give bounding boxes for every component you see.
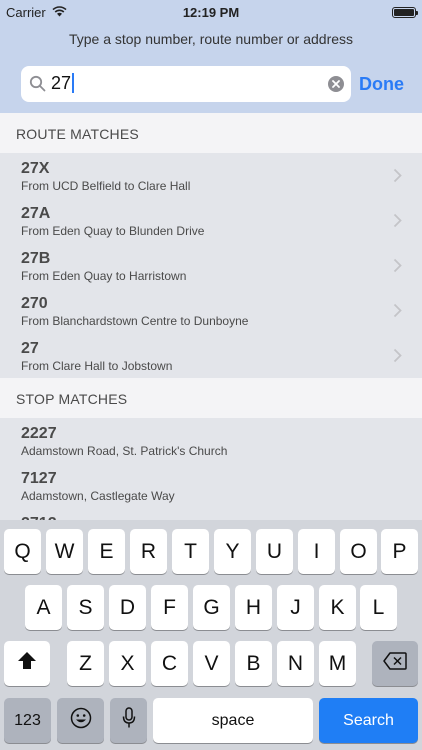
route-row[interactable]: 270 From Blanchardstown Centre to Dunboy… — [0, 288, 422, 333]
key-z[interactable]: Z — [67, 641, 104, 686]
space-key[interactable]: space — [153, 698, 313, 743]
stop-matches-header: STOP MATCHES — [0, 378, 422, 418]
key-o[interactable]: O — [340, 529, 377, 574]
route-description: From Clare Hall to Jobstown — [21, 359, 173, 373]
route-description: From Eden Quay to Blunden Drive — [21, 224, 205, 238]
key-a[interactable]: A — [25, 585, 62, 630]
chevron-right-icon — [393, 303, 402, 323]
delete-icon — [383, 651, 407, 676]
numbers-key[interactable]: 123 — [4, 698, 51, 743]
route-row[interactable]: 27X From UCD Belfield to Clare Hall — [0, 153, 422, 198]
wifi-icon — [52, 5, 67, 20]
key-s[interactable]: S — [67, 585, 104, 630]
carrier-label: Carrier — [6, 4, 46, 20]
route-description: From UCD Belfield to Clare Hall — [21, 179, 191, 193]
results-list[interactable]: ROUTE MATCHES 27X From UCD Belfield to C… — [0, 113, 422, 520]
microphone-icon — [122, 706, 136, 735]
chevron-right-icon — [393, 348, 402, 368]
key-n[interactable]: N — [277, 641, 314, 686]
status-left: Carrier — [6, 5, 146, 20]
emoji-icon — [70, 707, 92, 735]
key-r[interactable]: R — [130, 529, 167, 574]
shift-key[interactable] — [4, 641, 50, 686]
key-x[interactable]: X — [109, 641, 146, 686]
stop-row[interactable]: 2227 Adamstown Road, St. Patrick's Churc… — [0, 418, 422, 463]
chevron-right-icon — [393, 258, 402, 278]
chevron-right-icon — [393, 168, 402, 188]
route-number: 270 — [21, 295, 48, 312]
route-number: 27X — [21, 160, 50, 177]
search-input[interactable]: 27 — [51, 73, 311, 94]
key-m[interactable]: M — [319, 641, 356, 686]
search-field[interactable]: 27 — [21, 66, 351, 102]
key-t[interactable]: T — [172, 529, 209, 574]
shift-icon — [17, 651, 37, 676]
key-c[interactable]: C — [151, 641, 188, 686]
stop-description: Adamstown Road, St. Patrick's Church — [21, 444, 228, 458]
stop-row[interactable]: 2712 — [0, 508, 422, 520]
search-key[interactable]: Search — [319, 698, 418, 743]
route-description: From Blanchardstown Centre to Dunboyne — [21, 314, 249, 328]
battery-icon — [392, 6, 418, 18]
key-e[interactable]: E — [88, 529, 125, 574]
stop-row[interactable]: 7127 Adamstown, Castlegate Way — [0, 463, 422, 508]
stop-number: 2227 — [21, 425, 57, 442]
route-row[interactable]: 27B From Eden Quay to Harristown — [0, 243, 422, 288]
key-l[interactable]: L — [360, 585, 397, 630]
key-u[interactable]: U — [256, 529, 293, 574]
route-row[interactable]: 27 From Clare Hall to Jobstown — [0, 333, 422, 378]
key-j[interactable]: J — [277, 585, 314, 630]
search-icon — [29, 75, 46, 97]
status-time: 12:19 PM — [182, 4, 240, 20]
route-number: 27 — [21, 340, 39, 357]
stop-description: Adamstown, Castlegate Way — [21, 489, 175, 503]
key-v[interactable]: V — [193, 641, 230, 686]
delete-key[interactable] — [372, 641, 418, 686]
key-p[interactable]: P — [381, 529, 418, 574]
key-h[interactable]: H — [235, 585, 272, 630]
route-number: 27A — [21, 205, 51, 222]
key-b[interactable]: B — [235, 641, 272, 686]
route-description: From Eden Quay to Harristown — [21, 269, 187, 283]
search-header: Type a stop number, route number or addr… — [0, 24, 422, 113]
route-number: 27B — [21, 250, 51, 267]
route-matches-header: ROUTE MATCHES — [0, 113, 422, 153]
clear-icon[interactable] — [327, 75, 345, 98]
key-y[interactable]: Y — [214, 529, 251, 574]
key-k[interactable]: K — [319, 585, 356, 630]
route-row[interactable]: 27A From Eden Quay to Blunden Drive — [0, 198, 422, 243]
text-caret — [72, 73, 75, 93]
keyboard: Q W E R T Y U I O P A S D F G H J K L Z … — [0, 520, 422, 750]
key-i[interactable]: I — [298, 529, 335, 574]
search-hint: Type a stop number, route number or addr… — [68, 31, 354, 47]
stop-number: 7127 — [21, 470, 57, 487]
emoji-key[interactable] — [57, 698, 104, 743]
key-q[interactable]: Q — [4, 529, 41, 574]
chevron-right-icon — [393, 213, 402, 233]
key-g[interactable]: G — [193, 585, 230, 630]
key-w[interactable]: W — [46, 529, 83, 574]
done-button[interactable]: Done — [359, 74, 404, 95]
key-d[interactable]: D — [109, 585, 146, 630]
microphone-key[interactable] — [110, 698, 147, 743]
search-input-value: 27 — [51, 73, 72, 93]
status-bar: Carrier 12:19 PM — [0, 0, 422, 24]
key-f[interactable]: F — [151, 585, 188, 630]
